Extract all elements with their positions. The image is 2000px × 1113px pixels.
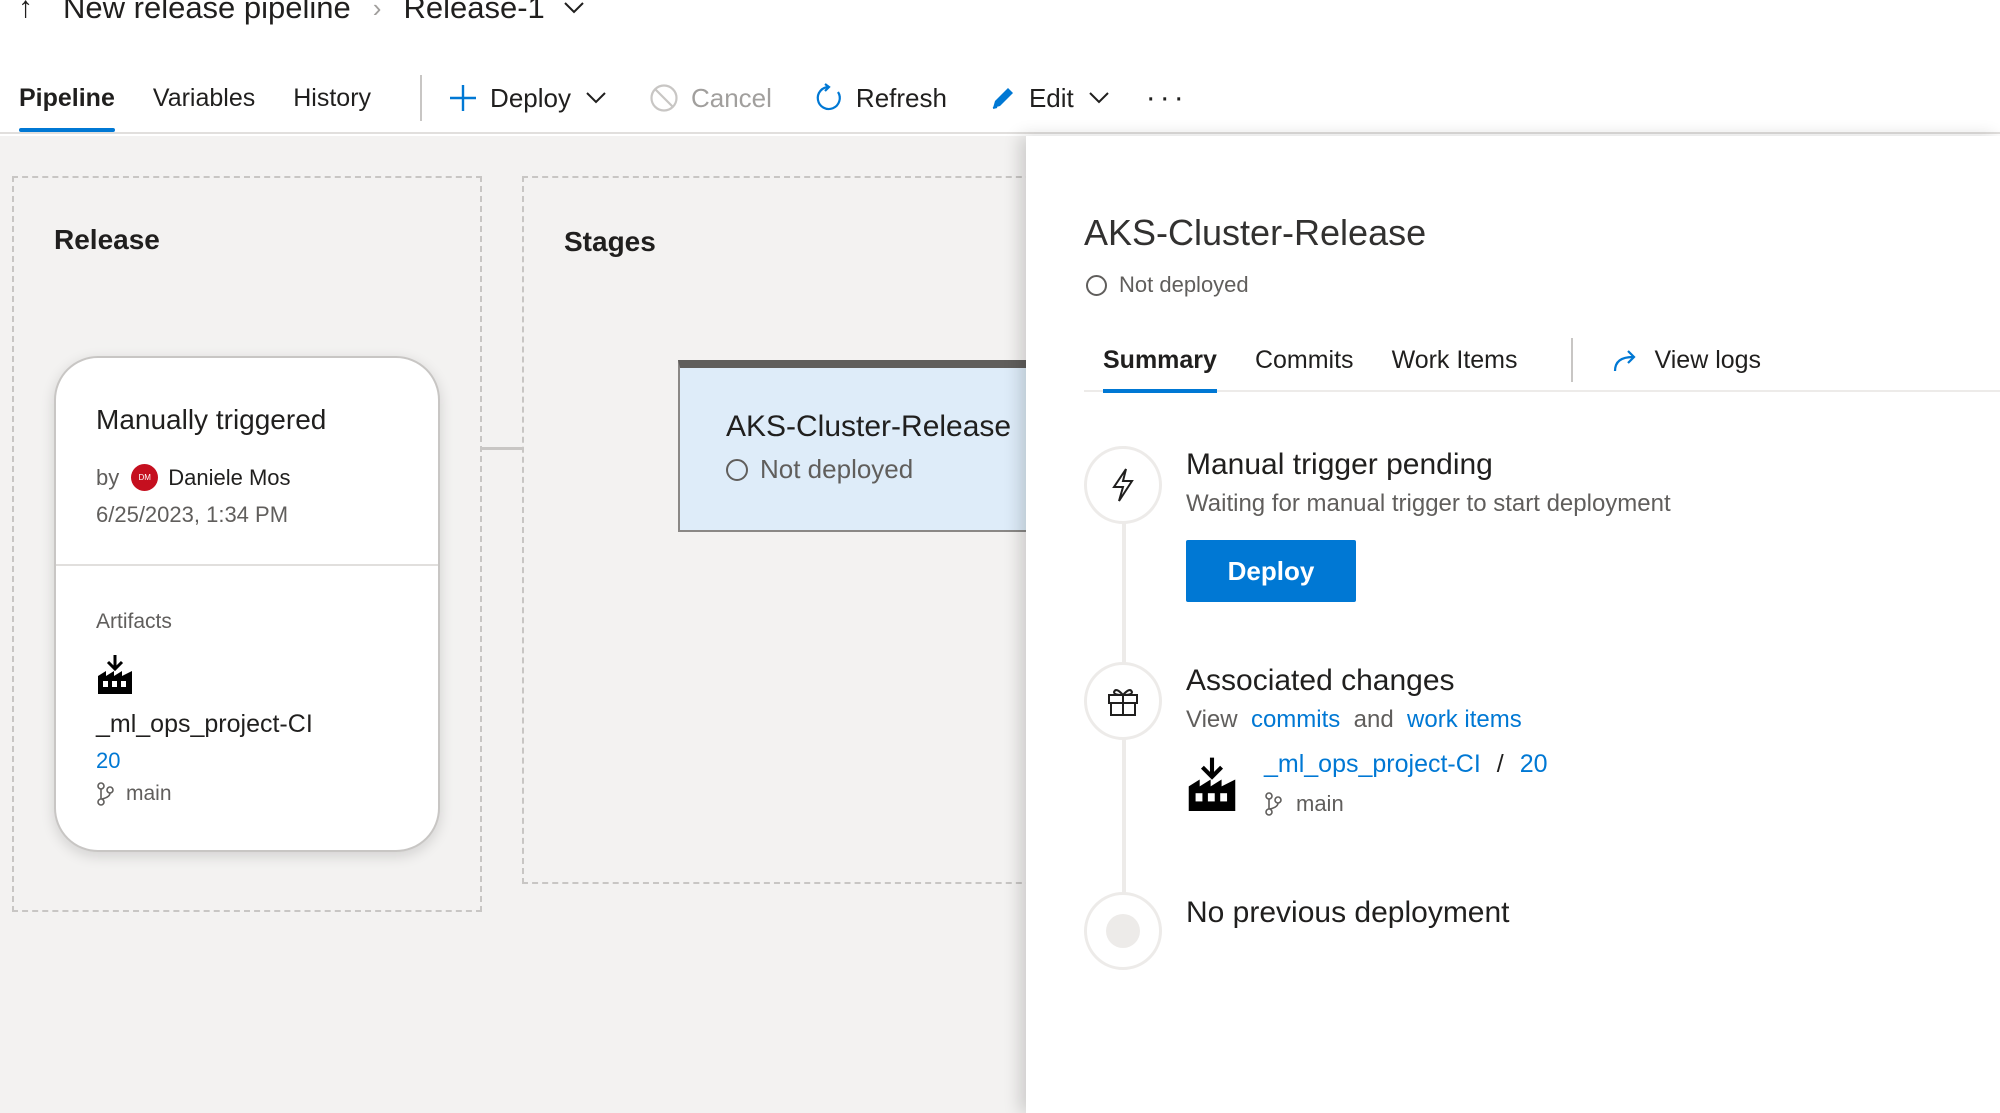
- header: ↑ New release pipeline › Release-1 Pipel…: [0, 0, 2000, 134]
- artifact-branch: main: [96, 782, 172, 806]
- breadcrumb-release[interactable]: Release-1: [403, 0, 544, 26]
- artifact-build-icon: [96, 654, 134, 701]
- refresh-icon: [816, 83, 841, 111]
- share-arrow-icon: [1613, 350, 1636, 372]
- not-deployed-icon: [726, 458, 748, 481]
- tab-bar: Pipeline Variables History Deploy Cancel…: [0, 62, 1188, 134]
- empty-dot: [1106, 914, 1140, 948]
- artifact-version-link[interactable]: 20: [1520, 750, 1548, 779]
- lightning-icon: [1084, 446, 1162, 524]
- release-stage-connector: [482, 447, 522, 450]
- empty-state-icon: [1084, 892, 1162, 970]
- and-text: and: [1353, 706, 1394, 733]
- release-card[interactable]: Manually triggered by DM Daniele Mos 6/2…: [54, 356, 440, 852]
- pane-tab-divider: [1570, 338, 1573, 382]
- cancel-label: Cancel: [690, 82, 772, 113]
- no-previous-deployment: No previous deployment: [1186, 896, 1510, 929]
- edit-menu-button[interactable]: Edit: [989, 83, 1110, 114]
- deploy-menu-button[interactable]: Deploy: [448, 83, 607, 114]
- not-deployed-icon: [1086, 274, 1107, 296]
- tab-summary[interactable]: Summary: [1084, 329, 1236, 393]
- associated-artifact-text: _ml_ops_project-CI / 20 main: [1264, 750, 1548, 817]
- view-logs-label: View logs: [1654, 345, 1762, 374]
- manual-trigger-title: Manual trigger pending: [1186, 448, 1493, 481]
- view-text: View: [1186, 706, 1238, 733]
- tab-pipeline[interactable]: Pipeline: [0, 62, 134, 134]
- by-label: by: [96, 464, 120, 490]
- tab-history[interactable]: History: [274, 62, 390, 134]
- branch-name: main: [126, 782, 172, 805]
- breadcrumb-separator-icon: ›: [372, 0, 382, 23]
- triggered-by: by DM Daniele Mos: [96, 464, 291, 491]
- branch-icon: [97, 782, 114, 806]
- tab-commits[interactable]: Commits: [1236, 329, 1373, 391]
- chevron-down-icon: [586, 92, 606, 104]
- avatar: DM: [131, 464, 159, 491]
- associated-changes-subtitle: View commits and work items: [1186, 706, 1522, 734]
- up-arrow-icon[interactable]: ↑: [18, 0, 33, 25]
- manual-trigger-subtitle: Waiting for manual trigger to start depl…: [1186, 490, 1671, 517]
- stage-card[interactable]: AKS-Cluster-Release Not deployed: [678, 360, 1026, 532]
- refresh-button[interactable]: Refresh: [814, 83, 947, 114]
- stage-status-text: Not deployed: [760, 454, 914, 484]
- work-items-link[interactable]: work items: [1407, 706, 1522, 733]
- stages-panel-title: Stages: [564, 226, 656, 257]
- artifact-name: _ml_ops_project-CI: [96, 710, 313, 738]
- associated-artifact-branch: main: [1264, 791, 1548, 817]
- refresh-label: Refresh: [855, 82, 947, 113]
- release-panel-title: Release: [54, 224, 160, 255]
- breadcrumb: ↑ New release pipeline › Release-1: [18, 0, 585, 28]
- release-card-header: Manually triggered by DM Daniele Mos 6/2…: [56, 358, 438, 566]
- release-panel: Release Manually triggered by DM Daniele…: [12, 176, 482, 912]
- deploy-button[interactable]: Deploy: [1186, 540, 1356, 602]
- pane-tab-bar: Summary Commits Work Items View logs: [1084, 329, 2000, 393]
- gift-icon: [1084, 662, 1162, 740]
- pane-title: AKS-Cluster-Release: [1084, 212, 1427, 253]
- artifact-version-link[interactable]: 20: [96, 748, 120, 774]
- pane-status: Not deployed: [1086, 272, 1249, 298]
- more-options-button[interactable]: ···: [1146, 81, 1188, 115]
- pencil-icon: [992, 88, 1013, 109]
- associated-artifact-links: _ml_ops_project-CI / 20: [1264, 750, 1548, 779]
- cancel-icon: [650, 84, 678, 112]
- edit-label: Edit: [1028, 82, 1074, 113]
- branch-icon: [1265, 792, 1282, 816]
- chevron-down-icon[interactable]: [563, 1, 585, 15]
- commits-link[interactable]: commits: [1251, 706, 1340, 733]
- trigger-text: Manually triggered: [96, 404, 327, 435]
- chevron-down-icon: [1089, 92, 1109, 104]
- user-name[interactable]: Daniele Mos: [168, 465, 290, 491]
- slash-separator: /: [1496, 750, 1504, 778]
- tab-work-items[interactable]: Work Items: [1373, 329, 1537, 391]
- stage-status: Not deployed: [726, 454, 913, 485]
- associated-artifact: _ml_ops_project-CI / 20 main: [1186, 750, 1548, 817]
- artifact-name-link[interactable]: _ml_ops_project-CI: [1264, 750, 1481, 779]
- artifacts-label: Artifacts: [96, 610, 172, 633]
- stage-details-pane: AKS-Cluster-Release Not deployed Summary…: [1026, 136, 2000, 1113]
- view-logs-button[interactable]: View logs: [1595, 346, 1778, 375]
- tab-variables[interactable]: Variables: [134, 62, 274, 134]
- pane-status-text: Not deployed: [1119, 272, 1249, 297]
- pipeline-canvas: Release Manually triggered by DM Daniele…: [0, 136, 1042, 1113]
- branch-name: main: [1296, 791, 1344, 816]
- artifact-build-icon: [1188, 757, 1236, 811]
- breadcrumb-pipeline[interactable]: New release pipeline: [63, 0, 351, 26]
- stage-name: AKS-Cluster-Release: [726, 410, 1012, 443]
- cancel-button[interactable]: Cancel: [649, 83, 772, 114]
- plus-icon: [450, 85, 477, 111]
- associated-changes-title: Associated changes: [1186, 664, 1455, 697]
- toolbar-divider: [420, 75, 423, 121]
- release-date: 6/25/2023, 1:34 PM: [96, 502, 289, 527]
- deploy-label: Deploy: [490, 82, 571, 113]
